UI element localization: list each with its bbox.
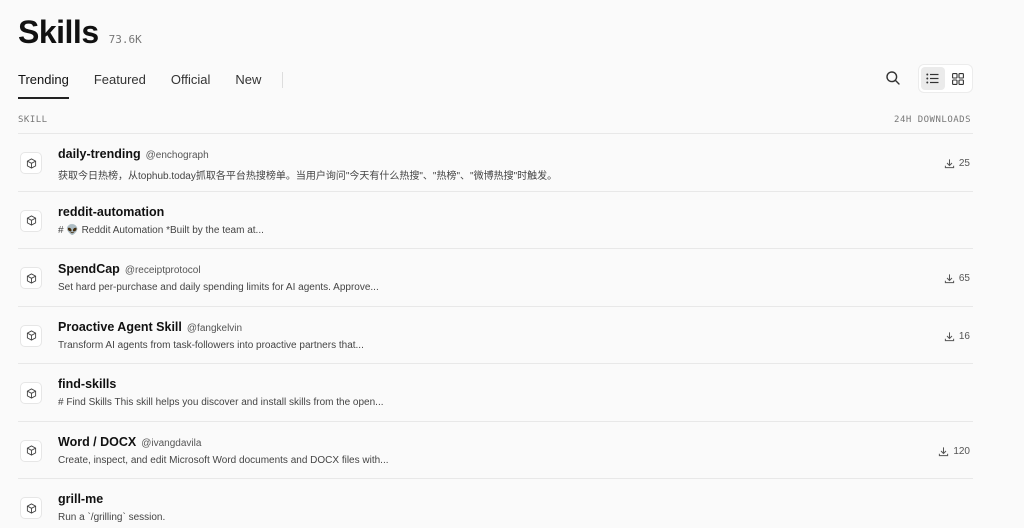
skill-row[interactable]: daily-trending @enchograph 获取今日热榜，从tophub… (18, 134, 973, 192)
download-value: 16 (958, 330, 970, 342)
tab-divider (282, 72, 284, 88)
package-icon (20, 324, 42, 347)
package-icon (20, 382, 42, 404)
download-icon (944, 331, 955, 341)
skill-author: @receiptprotocol (124, 265, 201, 276)
skill-description: Create, inspect, and edit Microsoft Word… (58, 454, 389, 466)
skill-author: @ivangdavila (141, 437, 202, 449)
tab-official[interactable]: Official (171, 68, 211, 99)
skill-title: reddit-automation (58, 204, 165, 219)
skill-author: @fangkelvin (186, 322, 243, 334)
package-icon (20, 497, 42, 519)
tab-featured[interactable]: Featured (94, 68, 146, 99)
skill-title: find-skills (58, 377, 117, 391)
search-icon (886, 71, 900, 85)
skill-name: Proactive Agent Skill @fangkelvin (58, 320, 242, 334)
skill-row[interactable]: Word / DOCX @ivangdavila Create, inspect,… (18, 422, 973, 479)
skill-description: Set hard per-purchase and daily spending… (58, 282, 379, 293)
download-value: 25 (958, 158, 970, 169)
download-icon (939, 446, 949, 456)
tab-new[interactable]: New (235, 68, 261, 99)
package-icon (20, 267, 42, 289)
column-header-skill: SKILL (18, 115, 48, 125)
search-button[interactable] (885, 70, 903, 88)
tab-trending[interactable]: Trending (18, 68, 69, 99)
view-toggle (918, 64, 973, 93)
page-title: Skills (18, 14, 99, 50)
list-icon (926, 73, 939, 84)
package-icon (20, 209, 42, 232)
column-header-downloads: 24H DOWNLOADS (894, 115, 971, 125)
grid-view-button[interactable] (947, 67, 971, 90)
download-count: 120 (938, 446, 970, 457)
grid-icon (952, 72, 965, 85)
download-count: 16 (944, 331, 970, 342)
package-icon (20, 439, 42, 462)
skill-description: # Find Skills This skill helps you disco… (58, 397, 384, 408)
table-header: SKILL 24H DOWNLOADS (18, 115, 971, 125)
skill-title: daily-trending (58, 147, 141, 161)
skill-title: Word / DOCX (58, 434, 137, 449)
skill-name: find-skills (58, 377, 116, 391)
skill-author: @enchograph (145, 150, 209, 161)
skill-title: grill-me (58, 492, 104, 506)
skill-description: Transform AI agents from task-followers … (58, 339, 364, 351)
skill-description: Run a `/grilling` session. (58, 512, 166, 523)
tab-bar: Trending Featured Official New (18, 68, 284, 99)
skill-title: SpendCap (58, 262, 120, 276)
skills-list: daily-trending @enchograph 获取今日热榜，从tophub… (18, 134, 973, 528)
package-icon (20, 152, 42, 174)
skill-title: Proactive Agent Skill (58, 319, 182, 334)
skill-row[interactable]: reddit-automation # 👽 Reddit Automation … (18, 192, 973, 249)
download-icon (944, 274, 955, 284)
download-value: 65 (958, 273, 970, 284)
page-header: Skills 73.6K (18, 14, 142, 51)
skill-name: grill-me (58, 492, 103, 506)
list-view-button[interactable] (921, 67, 945, 90)
skill-name: Word / DOCX @ivangdavila (58, 435, 201, 449)
download-value: 120 (953, 445, 970, 457)
skills-count: 73.6K (108, 33, 142, 46)
skill-name: reddit-automation (58, 205, 164, 219)
skill-row[interactable]: SpendCap @receiptprotocol Set hard per-pu… (18, 249, 973, 307)
skill-name: daily-trending @enchograph (58, 147, 209, 161)
download-count: 25 (944, 158, 970, 169)
download-icon (944, 159, 955, 169)
skill-name: SpendCap @receiptprotocol (58, 262, 201, 276)
skill-description: 获取今日热榜，从tophub.today抓取各平台热搜榜单。当用户询问"今天有什… (58, 171, 558, 182)
skill-row[interactable]: find-skills # Find Skills This skill hel… (18, 364, 973, 422)
skill-row[interactable]: Proactive Agent Skill @fangkelvin Transfo… (18, 307, 973, 364)
skill-row[interactable]: grill-me Run a `/grilling` session. (18, 479, 973, 528)
download-count: 65 (944, 273, 970, 284)
skill-description: # 👽 Reddit Automation *Built by the team… (58, 224, 264, 236)
